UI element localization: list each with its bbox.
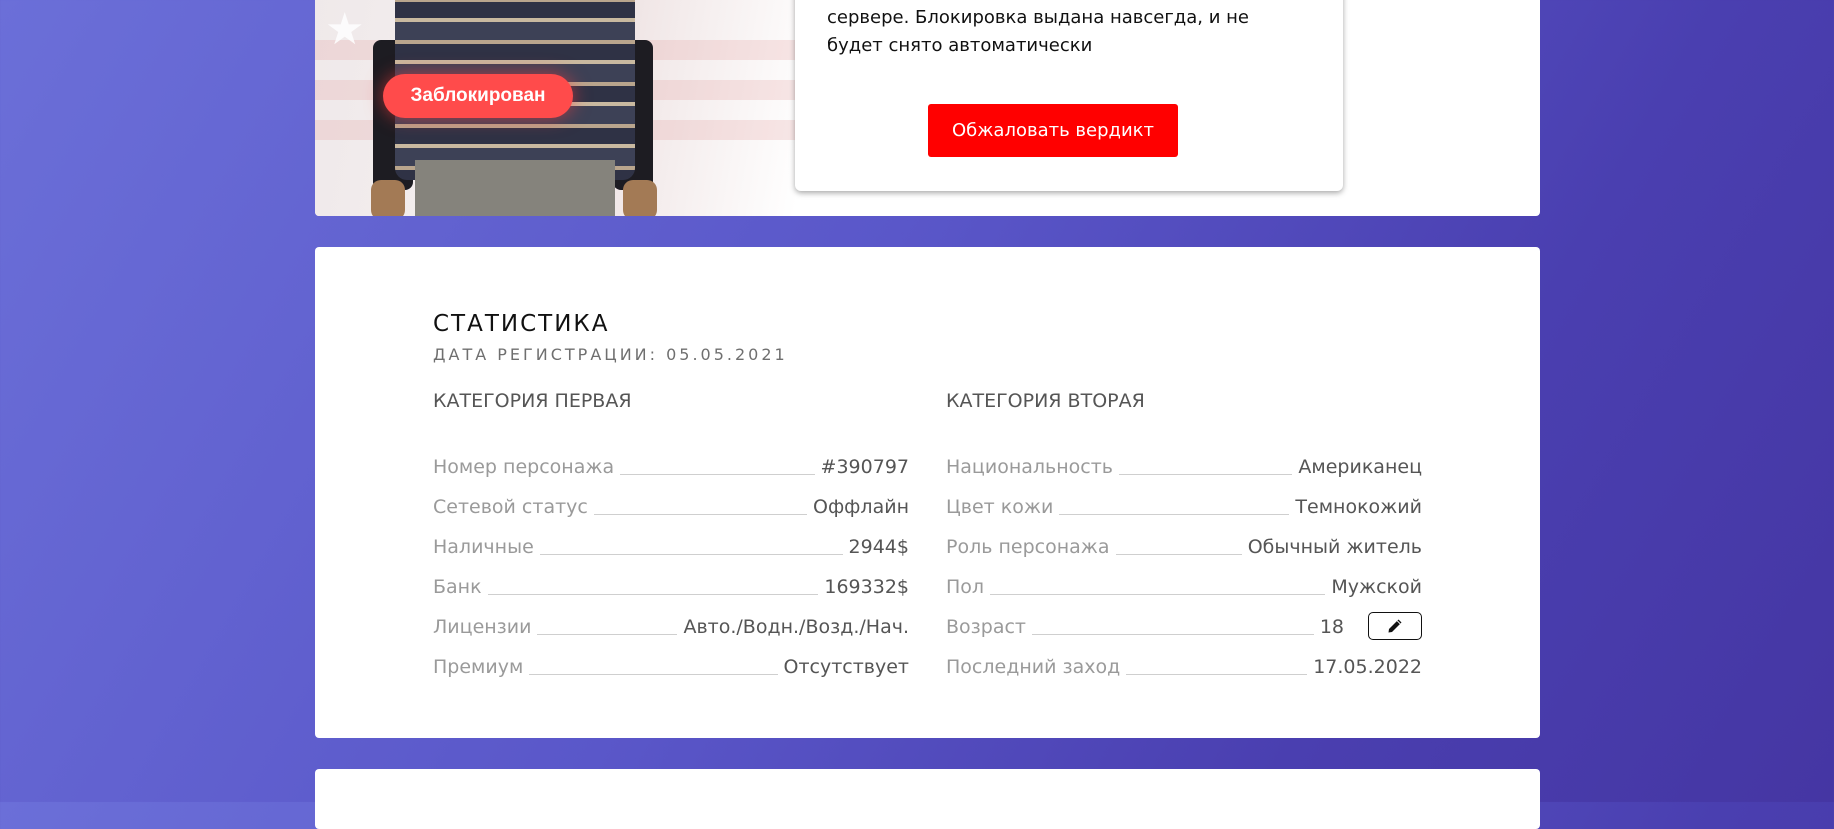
stat-value: 169332$ bbox=[824, 576, 909, 598]
stat-label: Национальность bbox=[946, 456, 1114, 478]
dotted-leader bbox=[1031, 633, 1314, 635]
pencil-icon bbox=[1388, 619, 1402, 633]
dotted-leader bbox=[537, 633, 678, 635]
stat-label: Пол bbox=[946, 576, 985, 598]
dotted-leader bbox=[1119, 473, 1293, 475]
stat-label: Последний заход bbox=[946, 656, 1121, 678]
appeal-button[interactable]: Обжаловать вердикт bbox=[928, 104, 1178, 157]
ban-message: сервере. Блокировка выдана навсегда, и н… bbox=[827, 7, 1249, 56]
player-card: ★ ★ Заблокирован сервере. Блокировка выд… bbox=[315, 0, 1540, 216]
dotted-leader bbox=[990, 593, 1326, 595]
stat-row: Национальность Американец bbox=[946, 438, 1422, 478]
star-icon: ★ bbox=[325, 5, 365, 54]
dotted-leader bbox=[487, 593, 819, 595]
dotted-leader bbox=[529, 673, 778, 675]
next-card bbox=[315, 769, 1540, 829]
stat-label: Премиум bbox=[433, 656, 524, 678]
dotted-leader bbox=[539, 553, 843, 555]
stat-row: Цвет кожи Темнокожий bbox=[946, 478, 1422, 518]
edit-age-button[interactable] bbox=[1368, 612, 1422, 640]
dotted-leader bbox=[1059, 513, 1290, 515]
dotted-leader bbox=[620, 473, 815, 475]
character-hand bbox=[371, 180, 405, 216]
stat-value: 18 bbox=[1319, 616, 1344, 638]
stat-row: Сетевой статус Оффлайн bbox=[433, 478, 909, 518]
stat-value: Обычный житель bbox=[1247, 536, 1422, 558]
dotted-leader bbox=[593, 513, 807, 515]
stat-value: Темнокожий bbox=[1295, 496, 1422, 518]
stat-value: Отсутствует bbox=[783, 656, 910, 678]
category-two: КАТЕГОРИЯ ВТОРАЯ Национальность Американ… bbox=[946, 390, 1422, 678]
stat-value: 17.05.2022 bbox=[1313, 656, 1422, 678]
character-legs bbox=[415, 160, 615, 216]
stat-label: Номер персонажа bbox=[433, 456, 615, 478]
category-heading: КАТЕГОРИЯ ПЕРВАЯ bbox=[433, 390, 632, 412]
statistics-card: СТАТИСТИКА ДАТА РЕГИСТРАЦИИ: 05.05.2021 … bbox=[315, 247, 1540, 738]
stat-row: Возраст 18 bbox=[946, 598, 1422, 640]
category-one: КАТЕГОРИЯ ПЕРВАЯ Номер персонажа #390797… bbox=[433, 390, 909, 678]
stat-label: Цвет кожи bbox=[946, 496, 1054, 518]
stat-label: Роль персонажа bbox=[946, 536, 1110, 558]
character-image: ★ ★ Заблокирован bbox=[315, 0, 795, 216]
character-hand bbox=[623, 180, 657, 216]
stat-label: Возраст bbox=[946, 616, 1026, 638]
stats-title: СТАТИСТИКА bbox=[433, 311, 610, 337]
stat-value: Оффлайн bbox=[812, 496, 909, 518]
stat-value: Авто./Водн./Возд./Нач. bbox=[683, 616, 909, 638]
stat-row: Лицензии Авто./Водн./Возд./Нач. bbox=[433, 598, 909, 638]
stat-label: Лицензии bbox=[433, 616, 532, 638]
category-heading: КАТЕГОРИЯ ВТОРАЯ bbox=[946, 390, 1145, 412]
stat-row: Банк 169332$ bbox=[433, 558, 909, 598]
stat-value: Мужской bbox=[1331, 576, 1422, 598]
stat-label: Банк bbox=[433, 576, 482, 598]
dotted-leader bbox=[1115, 553, 1242, 555]
stat-label: Наличные bbox=[433, 536, 534, 558]
stat-row: Роль персонажа Обычный житель bbox=[946, 518, 1422, 558]
stat-value: #390797 bbox=[820, 456, 909, 478]
stat-label: Сетевой статус bbox=[433, 496, 588, 518]
dotted-leader bbox=[1126, 673, 1308, 675]
registration-date: ДАТА РЕГИСТРАЦИИ: 05.05.2021 bbox=[433, 345, 788, 364]
banned-status-badge: Заблокирован bbox=[383, 74, 573, 118]
stat-row: Пол Мужской bbox=[946, 558, 1422, 598]
stat-row: Номер персонажа #390797 bbox=[433, 438, 909, 478]
stat-row: Премиум Отсутствует bbox=[433, 638, 909, 678]
stat-value: Американец bbox=[1298, 456, 1422, 478]
stat-value: 2944$ bbox=[848, 536, 909, 558]
stat-row: Последний заход 17.05.2022 bbox=[946, 638, 1422, 678]
ban-notice: сервере. Блокировка выдана навсегда, и н… bbox=[795, 0, 1343, 191]
stat-row: Наличные 2944$ bbox=[433, 518, 909, 558]
